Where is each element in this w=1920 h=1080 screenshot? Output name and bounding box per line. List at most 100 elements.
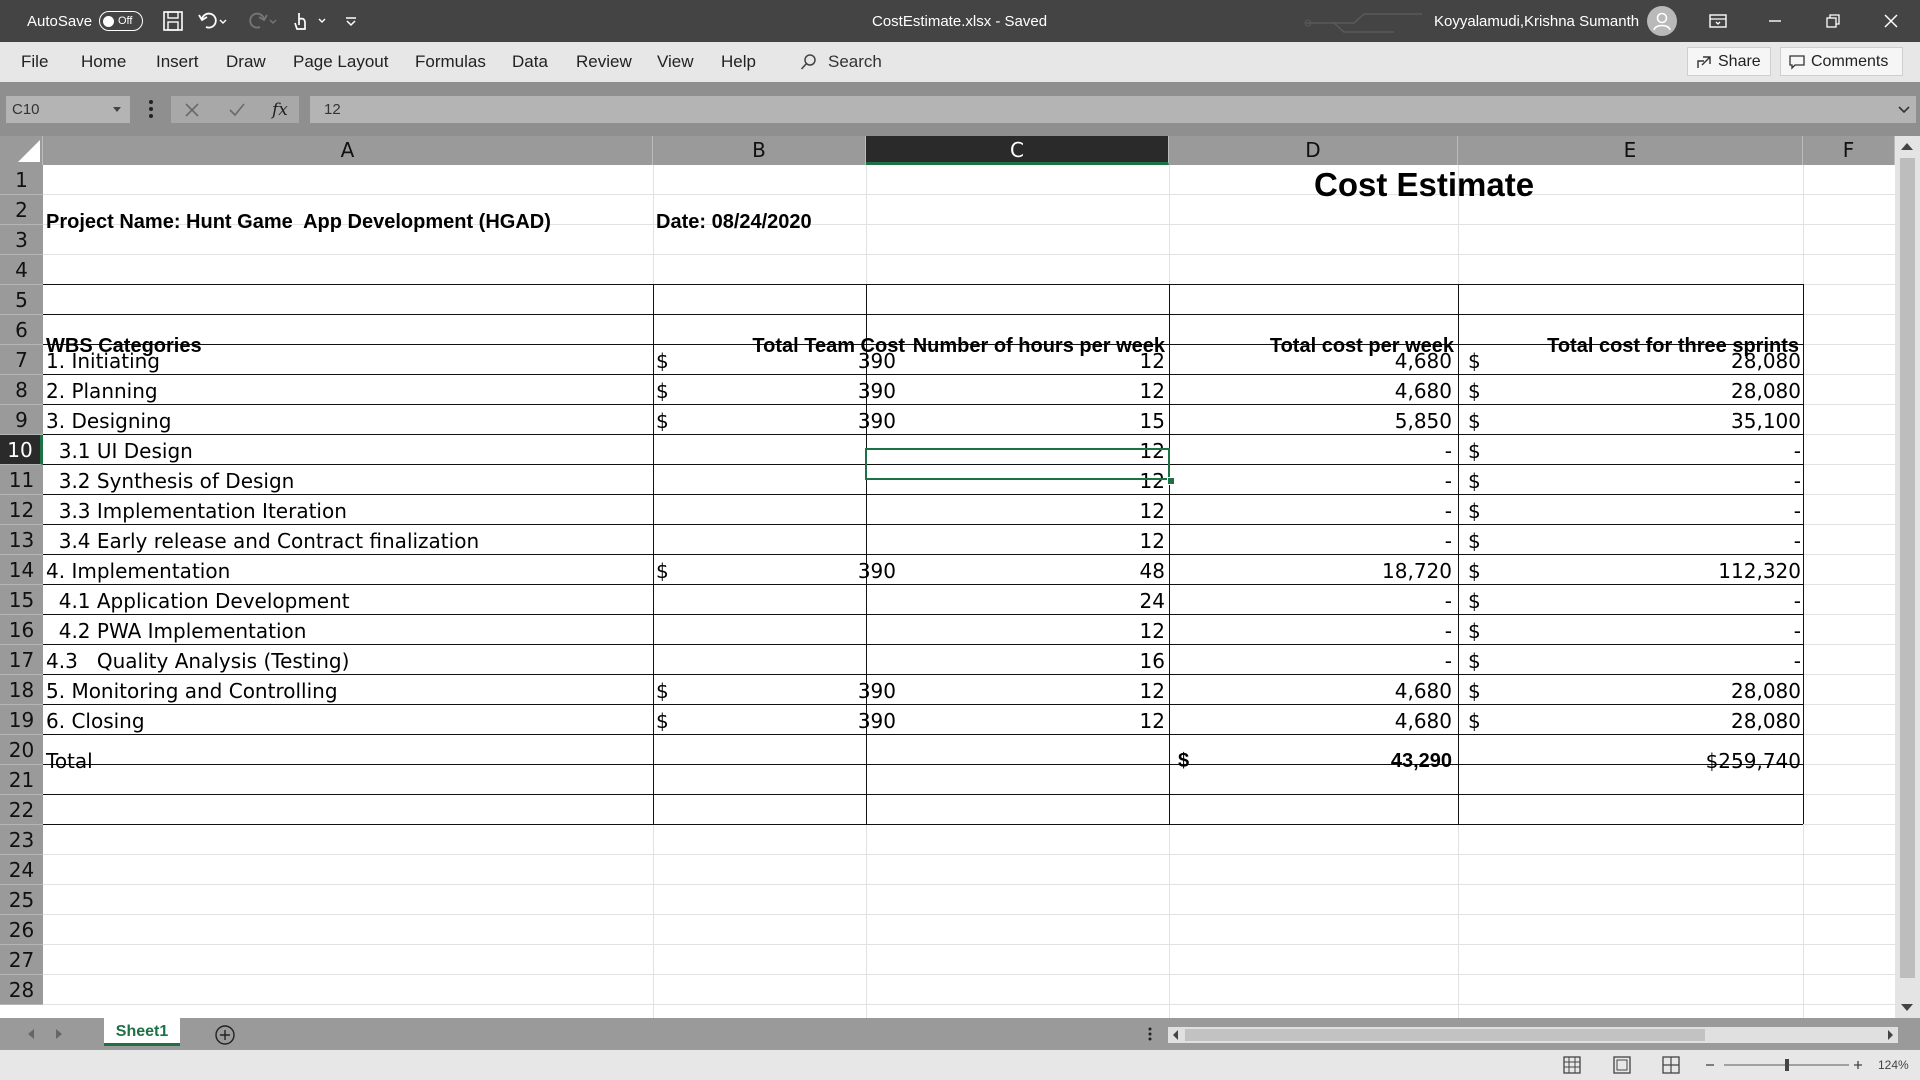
wbs-category-cell[interactable]: 3. Designing bbox=[46, 406, 171, 436]
page-break-view-icon[interactable] bbox=[1662, 1056, 1680, 1077]
tab-help[interactable]: Help bbox=[721, 42, 756, 82]
user-name[interactable]: Koyyalamudi,Krishna Sumanth bbox=[1434, 0, 1639, 42]
row-header[interactable]: 28 bbox=[0, 975, 43, 1005]
cost-three-sprints-cell[interactable]: 28,080 bbox=[1458, 376, 1801, 406]
cost-per-week-cell[interactable]: - bbox=[1169, 496, 1452, 526]
team-cost-cell[interactable] bbox=[653, 496, 896, 526]
redo-icon[interactable] bbox=[248, 0, 278, 42]
name-box[interactable]: C10 bbox=[6, 96, 130, 123]
row-header[interactable]: 18 bbox=[0, 675, 43, 705]
hours-per-week-cell[interactable]: 48 bbox=[866, 556, 1165, 586]
previous-sheet-icon[interactable] bbox=[26, 1027, 36, 1045]
wbs-category-cell[interactable]: 3.1 UI Design bbox=[46, 436, 193, 466]
tab-file[interactable]: File bbox=[21, 42, 48, 82]
horizontal-scrollbar[interactable] bbox=[1168, 1027, 1898, 1043]
row-header[interactable]: 27 bbox=[0, 945, 43, 975]
row-header[interactable]: 9 bbox=[0, 405, 43, 435]
tab-home[interactable]: Home bbox=[81, 42, 126, 82]
row-header[interactable]: 11 bbox=[0, 465, 43, 495]
row-header[interactable]: 6 bbox=[0, 315, 43, 345]
row-header[interactable]: 4 bbox=[0, 255, 43, 285]
cost-per-week-cell[interactable]: - bbox=[1169, 526, 1452, 556]
zoom-level[interactable]: 124% bbox=[1878, 1058, 1909, 1072]
column-header-a[interactable]: A bbox=[43, 136, 653, 165]
team-cost-cell[interactable] bbox=[653, 616, 896, 646]
cost-per-week-cell[interactable]: 18,720 bbox=[1169, 556, 1452, 586]
total-cost-three-sprints[interactable]: $259,740 bbox=[1458, 746, 1801, 776]
cost-three-sprints-cell[interactable]: - bbox=[1458, 466, 1801, 496]
cost-three-sprints-cell[interactable]: - bbox=[1458, 616, 1801, 646]
normal-view-icon[interactable] bbox=[1563, 1056, 1581, 1077]
expand-formula-bar-icon[interactable] bbox=[1898, 106, 1910, 114]
restore-icon[interactable] bbox=[1826, 0, 1840, 42]
autosave-toggle[interactable]: Off bbox=[99, 0, 143, 42]
cost-three-sprints-cell[interactable]: 28,080 bbox=[1458, 706, 1801, 736]
team-cost-cell[interactable] bbox=[653, 526, 896, 556]
cancel-entry-icon[interactable] bbox=[184, 100, 200, 123]
touch-mode-icon[interactable] bbox=[293, 0, 329, 42]
cost-per-week-cell[interactable]: 5,850 bbox=[1169, 406, 1452, 436]
wbs-category-cell[interactable]: 4. Implementation bbox=[46, 556, 230, 586]
team-cost-cell[interactable] bbox=[653, 586, 896, 616]
next-sheet-icon[interactable] bbox=[54, 1027, 64, 1045]
tab-split-handle-icon[interactable] bbox=[1147, 1026, 1153, 1047]
row-header[interactable]: 22 bbox=[0, 795, 43, 825]
hours-per-week-cell[interactable]: 12 bbox=[866, 676, 1165, 706]
cost-per-week-cell[interactable]: 4,680 bbox=[1169, 706, 1452, 736]
save-icon[interactable] bbox=[162, 0, 184, 42]
zoom-slider[interactable] bbox=[1704, 1058, 1864, 1075]
wbs-category-cell[interactable]: 5. Monitoring and Controlling bbox=[46, 676, 338, 706]
column-header-b[interactable]: B bbox=[653, 136, 866, 165]
user-avatar[interactable] bbox=[1647, 0, 1677, 42]
cost-per-week-cell[interactable]: - bbox=[1169, 616, 1452, 646]
search-box[interactable]: Search bbox=[800, 42, 882, 82]
team-cost-cell[interactable]: 390 bbox=[653, 376, 896, 406]
row-header[interactable]: 26 bbox=[0, 915, 43, 945]
cost-per-week-cell[interactable]: - bbox=[1169, 436, 1452, 466]
select-all-corner[interactable] bbox=[0, 136, 43, 165]
confirm-entry-icon[interactable] bbox=[228, 100, 246, 123]
wbs-category-cell[interactable]: 4.2 PWA Implementation bbox=[46, 616, 307, 646]
team-cost-cell[interactable]: 390 bbox=[653, 556, 896, 586]
wbs-category-cell[interactable]: 3.4 Early release and Contract finalizat… bbox=[46, 526, 479, 556]
tab-review[interactable]: Review bbox=[576, 42, 632, 82]
row-header[interactable]: 24 bbox=[0, 855, 43, 885]
team-cost-cell[interactable]: 390 bbox=[653, 406, 896, 436]
insert-function-icon[interactable]: fx bbox=[272, 100, 288, 120]
close-icon[interactable] bbox=[1884, 0, 1898, 42]
customize-toolbar-icon[interactable] bbox=[344, 0, 358, 42]
team-cost-cell[interactable] bbox=[653, 646, 896, 676]
cost-three-sprints-cell[interactable]: 35,100 bbox=[1458, 406, 1801, 436]
chevron-down-icon[interactable] bbox=[112, 106, 122, 114]
cost-per-week-cell[interactable]: 4,680 bbox=[1169, 376, 1452, 406]
project-name-cell[interactable]: Project Name: Hunt Game App Development … bbox=[46, 207, 551, 237]
minimize-icon[interactable] bbox=[1768, 0, 1782, 42]
column-header-e[interactable]: E bbox=[1458, 136, 1803, 165]
row-header[interactable]: 13 bbox=[0, 525, 43, 555]
cost-three-sprints-cell[interactable]: - bbox=[1458, 436, 1801, 466]
row-header[interactable]: 20 bbox=[0, 735, 43, 765]
sheet-tab-sheet1[interactable]: Sheet1 bbox=[104, 1018, 180, 1046]
wbs-category-cell[interactable]: 4.3 Quality Analysis (Testing) bbox=[46, 646, 349, 676]
hours-per-week-cell[interactable]: 12 bbox=[866, 496, 1165, 526]
row-header[interactable]: 5 bbox=[0, 285, 43, 315]
row-header[interactable]: 2 bbox=[0, 195, 43, 225]
tab-page-layout[interactable]: Page Layout bbox=[293, 42, 388, 82]
row-header[interactable]: 15 bbox=[0, 585, 43, 615]
hours-per-week-cell[interactable]: 15 bbox=[866, 406, 1165, 436]
tab-draw[interactable]: Draw bbox=[226, 42, 266, 82]
hours-per-week-cell[interactable]: 12 bbox=[866, 526, 1165, 556]
cost-per-week-cell[interactable]: - bbox=[1169, 466, 1452, 496]
total-cost-per-week[interactable]: 43,290 bbox=[1169, 746, 1452, 776]
team-cost-cell[interactable] bbox=[653, 436, 896, 466]
team-cost-cell[interactable] bbox=[653, 466, 896, 496]
team-cost-cell[interactable]: 390 bbox=[653, 706, 896, 736]
column-header-d[interactable]: D bbox=[1169, 136, 1458, 165]
hours-per-week-cell[interactable]: 12 bbox=[866, 616, 1165, 646]
tab-insert[interactable]: Insert bbox=[156, 42, 199, 82]
row-header[interactable]: 7 bbox=[0, 345, 43, 375]
row-header[interactable]: 19 bbox=[0, 705, 43, 735]
ribbon-display-options-icon[interactable] bbox=[1709, 0, 1727, 42]
vertical-scrollbar[interactable] bbox=[1895, 136, 1920, 1018]
row-header[interactable]: 1 bbox=[0, 165, 43, 195]
